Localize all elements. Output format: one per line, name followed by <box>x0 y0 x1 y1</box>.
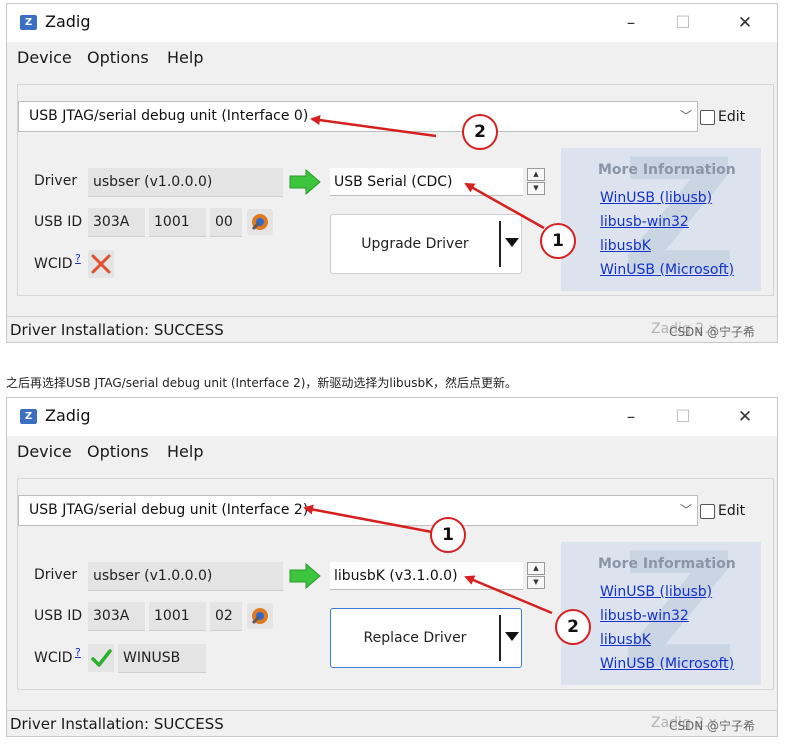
menu-bar: Device Options Help <box>7 436 777 464</box>
split-divider <box>499 615 501 661</box>
menu-help[interactable]: Help <box>167 442 203 461</box>
usb-id-lookup-icon[interactable] <box>247 209 273 235</box>
wcid-help-link[interactable]: ? <box>75 252 81 265</box>
target-driver-field[interactable]: USB Serial (CDC) <box>330 168 523 196</box>
green-arrow-icon <box>289 168 321 196</box>
window-title: Zadig <box>45 406 91 425</box>
chevron-down-icon: ﹀ <box>679 109 692 123</box>
csdn-watermark: CSDN @宁子希 <box>669 325 756 339</box>
green-arrow-icon <box>289 562 321 590</box>
close-button[interactable]: ✕ <box>725 10 765 36</box>
edit-label: Edit <box>718 109 746 125</box>
link-winusb-libusb[interactable]: WinUSB (libusb) <box>600 190 712 206</box>
title-bar: Z Zadig – ☐ ✕ <box>7 398 777 436</box>
spin-up-button[interactable]: ▲ <box>527 168 545 181</box>
dropdown-triangle-icon[interactable] <box>505 238 519 247</box>
replace-driver-button[interactable]: Replace Driver <box>330 608 522 668</box>
current-driver-field: usbser (v1.0.0.0) <box>88 562 283 591</box>
device-select[interactable]: USB JTAG/serial debug unit (Interface 2)… <box>18 495 698 526</box>
csdn-watermark: CSDN @宁子希 <box>669 719 756 733</box>
status-bar: Driver Installation: SUCCESS Zadig 2.x C… <box>6 710 778 737</box>
edit-checkbox[interactable] <box>700 110 715 125</box>
usb-mi-field: 00 <box>210 208 242 237</box>
callout-badge: 1 <box>430 517 466 553</box>
title-bar: Z Zadig – ☐ ✕ <box>7 4 777 42</box>
spin-down-button[interactable]: ▼ <box>527 576 545 589</box>
chevron-down-icon: ﹀ <box>679 503 692 517</box>
split-divider <box>499 221 501 267</box>
driver-label: Driver <box>34 567 78 583</box>
menu-options[interactable]: Options <box>87 48 149 67</box>
edit-label: Edit <box>718 503 746 519</box>
minimize-button[interactable]: – <box>611 404 651 430</box>
caption-text: 之后再选择USB JTAG/serial debug unit (Interfa… <box>6 376 518 390</box>
usb-mi-field: 02 <box>210 602 242 631</box>
more-info-panel: Z More Information WinUSB (libusb) libus… <box>561 148 761 291</box>
link-libusb-win32[interactable]: libusb-win32 <box>600 608 689 624</box>
wcid-value-field: WINUSB <box>118 644 206 673</box>
spin-up-button[interactable]: ▲ <box>527 562 545 575</box>
usb-id-label: USB ID <box>34 608 83 624</box>
replace-driver-label: Replace Driver <box>363 630 467 646</box>
status-text: Driver Installation: SUCCESS <box>10 321 224 339</box>
callout-badge: 2 <box>555 609 591 645</box>
window-title: Zadig <box>45 12 91 31</box>
close-button[interactable]: ✕ <box>725 404 765 430</box>
usb-id-label: USB ID <box>34 214 83 230</box>
usb-id-lookup-icon[interactable] <box>247 603 273 629</box>
usb-vid-field: 303A <box>88 602 145 631</box>
link-libusbk[interactable]: libusbK <box>600 238 651 254</box>
usb-pid-field: 1001 <box>149 208 206 237</box>
status-bar: Driver Installation: SUCCESS Zadig 2.x C… <box>6 316 778 343</box>
wcid-label: WCID <box>34 650 73 666</box>
menu-bar: Device Options Help <box>7 42 777 70</box>
link-libusbk[interactable]: libusbK <box>600 632 651 648</box>
callout-badge: 2 <box>462 114 498 150</box>
menu-device[interactable]: Device <box>17 442 72 461</box>
device-select[interactable]: USB JTAG/serial debug unit (Interface 0)… <box>18 101 698 132</box>
target-driver-field[interactable]: libusbK (v3.1.0.0) <box>330 562 523 590</box>
current-driver-field: usbser (v1.0.0.0) <box>88 168 283 197</box>
menu-options[interactable]: Options <box>87 442 149 461</box>
link-winusb-microsoft[interactable]: WinUSB (Microsoft) <box>600 656 734 672</box>
more-info-title: More Information <box>598 162 736 178</box>
device-select-value: USB JTAG/serial debug unit (Interface 2) <box>29 502 309 518</box>
zadig-app-icon: Z <box>20 15 37 30</box>
dropdown-triangle-icon[interactable] <box>505 632 519 641</box>
link-libusb-win32[interactable]: libusb-win32 <box>600 214 689 230</box>
more-info-panel: Z More Information WinUSB (libusb) libus… <box>561 542 761 685</box>
minimize-button[interactable]: – <box>611 10 651 36</box>
driver-label: Driver <box>34 173 78 189</box>
menu-help[interactable]: Help <box>167 48 203 67</box>
usb-pid-field: 1001 <box>149 602 206 631</box>
edit-checkbox[interactable] <box>700 504 715 519</box>
status-text: Driver Installation: SUCCESS <box>10 715 224 733</box>
menu-device[interactable]: Device <box>17 48 72 67</box>
link-winusb-microsoft[interactable]: WinUSB (Microsoft) <box>600 262 734 278</box>
maximize-button[interactable]: ☐ <box>663 404 703 430</box>
upgrade-driver-label: Upgrade Driver <box>361 236 469 252</box>
callout-badge: 1 <box>540 223 576 259</box>
link-winusb-libusb[interactable]: WinUSB (libusb) <box>600 584 712 600</box>
cross-icon <box>88 250 114 278</box>
more-info-title: More Information <box>598 556 736 572</box>
wcid-help-link[interactable]: ? <box>75 646 81 659</box>
maximize-button[interactable]: ☐ <box>663 10 703 36</box>
device-select-value: USB JTAG/serial debug unit (Interface 0) <box>29 108 309 124</box>
wcid-label: WCID <box>34 256 73 272</box>
usb-vid-field: 303A <box>88 208 145 237</box>
zadig-app-icon: Z <box>20 409 37 424</box>
spin-down-button[interactable]: ▼ <box>527 182 545 195</box>
check-icon <box>88 644 114 672</box>
upgrade-driver-button[interactable]: Upgrade Driver <box>330 214 522 274</box>
